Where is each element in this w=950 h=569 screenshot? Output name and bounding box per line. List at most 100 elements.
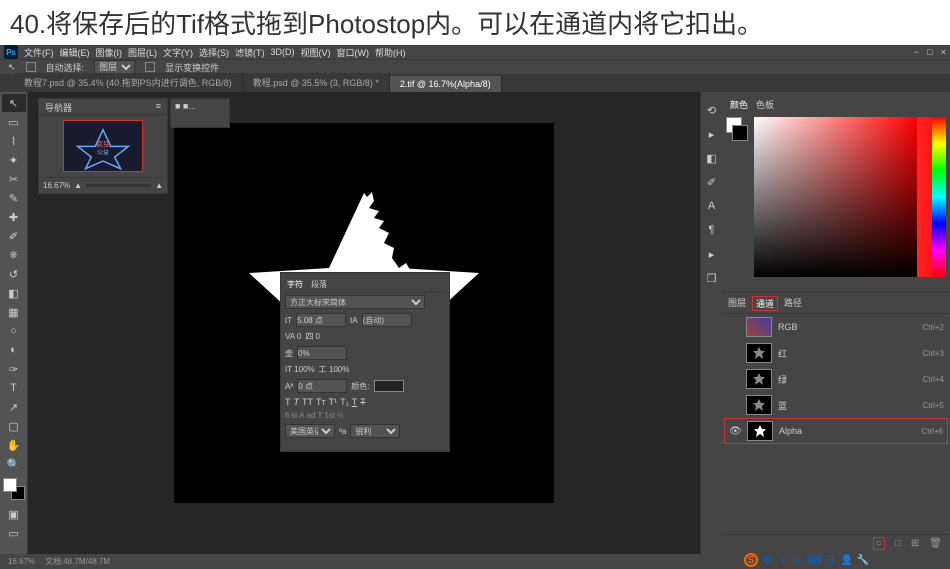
info-icon[interactable]: ❐ (704, 270, 720, 286)
navigator-thumbnail[interactable]: 疯狂公益 (63, 120, 143, 172)
font-family-select[interactable]: 方正大标宋简体 (285, 295, 425, 309)
caps-button[interactable]: TT (302, 397, 313, 407)
channel-alpha[interactable]: 👁 Alpha Ctrl+6 (724, 418, 948, 444)
hue-slider[interactable] (932, 117, 946, 277)
stamp-tool[interactable]: ⎈ (2, 246, 26, 264)
char-rail-icon[interactable]: A (704, 198, 720, 214)
text-color-swatch[interactable] (374, 380, 404, 392)
menu-filter[interactable]: 滤镜(T) (235, 46, 265, 59)
screen-mode-tool[interactable]: ▭ (2, 524, 26, 542)
opentype-t[interactable]: T (317, 411, 322, 420)
sub-button[interactable]: T₁ (340, 397, 349, 407)
tab-doc-2[interactable]: 教程.psd @ 35.5% (3, RGB/8) * (243, 73, 390, 92)
channel-blue[interactable]: 蓝 Ctrl+5 (724, 392, 948, 418)
para-rail-icon[interactable]: ¶ (704, 222, 720, 238)
history-brush-tool[interactable]: ↺ (2, 265, 26, 283)
tab-doc-1[interactable]: 教程7.psd @ 35.4% (40.拖到PS内进行调色, RGB/8) (14, 73, 243, 92)
smallcaps-button[interactable]: Tᴛ (316, 397, 326, 407)
menu-window[interactable]: 窗口(W) (337, 46, 370, 59)
properties-icon[interactable]: ◧ (704, 150, 720, 166)
char-tab[interactable]: 字符 (287, 279, 303, 290)
opentype-1st[interactable]: 1st (324, 411, 335, 420)
ime-input-icon[interactable]: ☵ (824, 553, 838, 567)
eraser-tool[interactable]: ◧ (2, 284, 26, 302)
styles-icon[interactable]: ▸ (704, 246, 720, 262)
actions-icon[interactable]: ▸ (704, 126, 720, 142)
ime-punct-icon[interactable]: • (776, 553, 790, 567)
fg-color[interactable] (3, 478, 17, 492)
menu-3d[interactable]: 3D(D) (271, 47, 295, 57)
menu-file[interactable]: 文件(F) (24, 46, 54, 59)
heal-tool[interactable]: ✚ (2, 208, 26, 226)
marquee-tool[interactable]: ▭ (2, 113, 26, 131)
minimize-icon[interactable]: − (914, 47, 919, 57)
underline-button[interactable]: T (352, 397, 358, 407)
opentype-fi[interactable]: fi (285, 411, 289, 420)
font-size-input[interactable] (296, 313, 346, 327)
menu-layer[interactable]: 图层(L) (128, 46, 157, 59)
ime-lang[interactable]: 中 (760, 553, 774, 567)
delete-channel-icon[interactable]: 🗑 (929, 538, 942, 549)
opentype-half[interactable]: ½ (337, 411, 344, 420)
channel-red[interactable]: 红 Ctrl+3 (724, 340, 948, 366)
lasso-tool[interactable]: ⌇ (2, 132, 26, 150)
menu-help[interactable]: 帮助(H) (375, 46, 406, 59)
type-tool[interactable]: T (2, 379, 26, 397)
tab-doc-3[interactable]: 2.tif @ 16.7%(Alpha/8) (390, 76, 502, 92)
load-selection-icon[interactable]: ○ (873, 537, 885, 550)
path-tool[interactable]: ↗ (2, 398, 26, 416)
crop-tool[interactable]: ✂ (2, 170, 26, 188)
panel-bg-swatch[interactable] (732, 125, 748, 141)
menu-view[interactable]: 视图(V) (301, 46, 331, 59)
ime-login-icon[interactable]: 👤 (840, 553, 854, 567)
layers-tab[interactable]: 图层 (728, 296, 746, 311)
color-swatches[interactable] (3, 478, 25, 500)
color-field[interactable] (754, 117, 946, 277)
channels-tab[interactable]: 通道 (752, 296, 778, 311)
character-panel[interactable]: 字符 段落 方正大标宋简体 tT tA VA 0 四 0 壶 IT 100% 工 (280, 272, 450, 452)
blur-tool[interactable]: ○ (2, 322, 26, 340)
quick-mask-tool[interactable]: ▣ (2, 505, 26, 523)
baseline-input[interactable] (297, 379, 347, 393)
visibility-icon[interactable]: 👁 (729, 426, 741, 437)
menu-select[interactable]: 选择(S) (199, 46, 229, 59)
scale-input[interactable] (297, 346, 347, 360)
pen-tool[interactable]: ✑ (2, 360, 26, 378)
canvas-area[interactable]: 导航器 ≡ 疯狂公益 16.67% ▲ ▲ ■ ■... (28, 92, 700, 554)
navigator-panel[interactable]: 导航器 ≡ 疯狂公益 16.67% ▲ ▲ (38, 98, 168, 194)
color-panel[interactable]: 颜色 色板 (722, 92, 950, 292)
ime-keyboard-icon[interactable]: ⌨ (808, 553, 822, 567)
status-doc[interactable]: 文档:48.7M/48.7M (45, 556, 110, 567)
sogou-icon[interactable]: S (744, 553, 758, 567)
eyedropper-tool[interactable]: ✎ (2, 189, 26, 207)
opentype-ad[interactable]: ad (307, 411, 316, 420)
status-zoom[interactable]: 16.67% (8, 557, 35, 566)
show-transform-checkbox[interactable] (145, 62, 155, 72)
color-tab[interactable]: 颜色 (730, 98, 748, 111)
channel-green[interactable]: 绿 Ctrl+4 (724, 366, 948, 392)
menu-image[interactable]: 图像(I) (96, 46, 123, 59)
opentype-st[interactable]: st (291, 411, 297, 420)
opentype-a[interactable]: A (299, 411, 304, 420)
swatches-tab[interactable]: 色板 (756, 98, 774, 111)
navigator-side[interactable]: ■ ■... (170, 98, 230, 128)
navigator-menu-icon[interactable]: ≡ (156, 101, 161, 112)
dodge-tool[interactable]: ◐ (2, 341, 26, 359)
leading-input[interactable] (362, 313, 412, 327)
ime-emoji-icon[interactable]: ☺ (792, 553, 806, 567)
channel-rgb[interactable]: RGB Ctrl+2 (724, 314, 948, 340)
menu-type[interactable]: 文字(Y) (163, 46, 193, 59)
zoom-tool[interactable]: 🔍 (2, 455, 26, 473)
brush-tool[interactable]: ✐ (2, 227, 26, 245)
paths-tab[interactable]: 路径 (784, 296, 802, 311)
close-icon[interactable]: × (941, 47, 946, 57)
brushes-icon[interactable]: ✐ (704, 174, 720, 190)
zoom-out-icon[interactable]: ▲ (74, 181, 82, 190)
history-icon[interactable]: ⟲ (704, 102, 720, 118)
maximize-icon[interactable]: □ (927, 47, 932, 57)
channels-panel[interactable]: 图层 通道 路径 RGB Ctrl+2 红 Ctrl+3 (722, 292, 950, 554)
lang-select[interactable]: 美国英语 (285, 424, 335, 438)
hand-tool[interactable]: ✋ (2, 436, 26, 454)
gradient-tool[interactable]: ▦ (2, 303, 26, 321)
ime-settings-icon[interactable]: 🔧 (856, 553, 870, 567)
